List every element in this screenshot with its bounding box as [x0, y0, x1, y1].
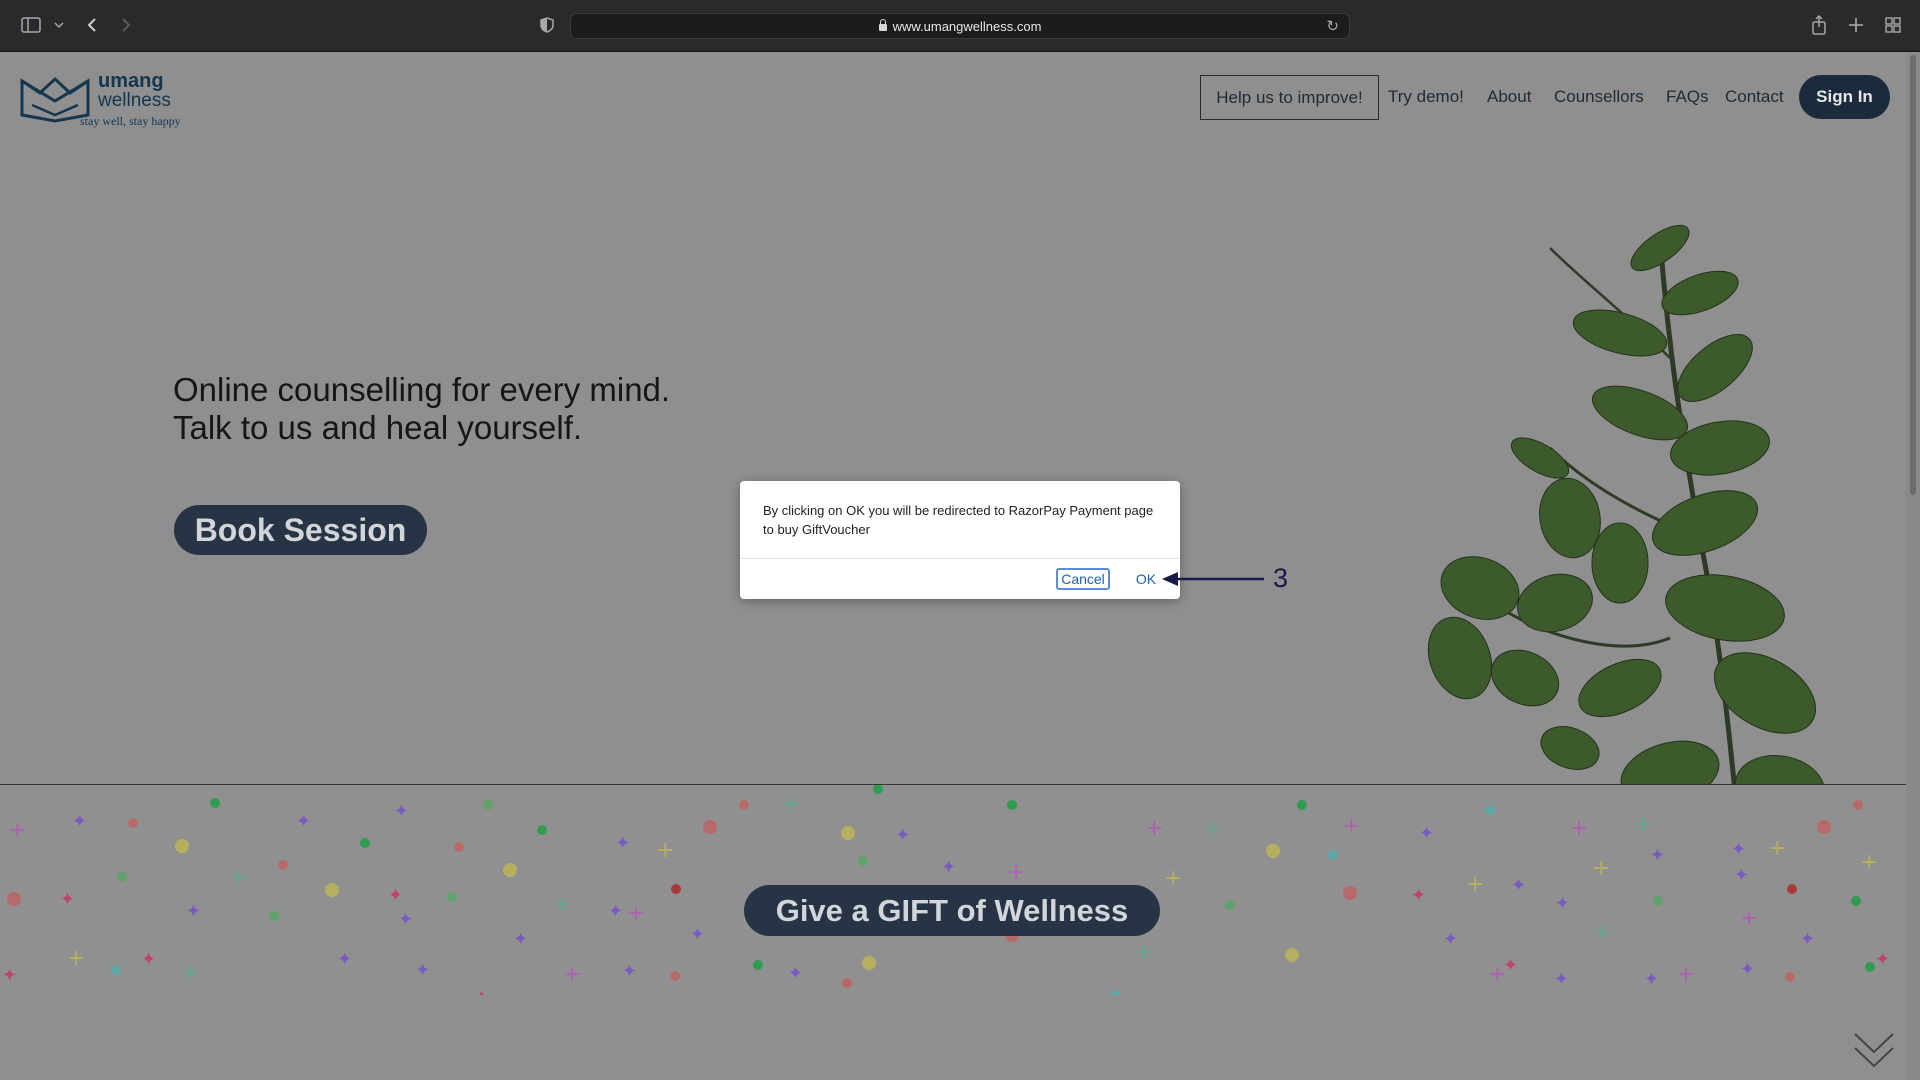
svg-text:✦: ✦: [615, 833, 630, 854]
svg-text:✦: ✦: [1419, 823, 1434, 844]
svg-text:✦: ✦: [474, 987, 489, 995]
hero-headline: Online counselling for every mind. Talk …: [173, 371, 670, 447]
svg-text:+: +: [1634, 812, 1652, 837]
svg-text:+: +: [1203, 816, 1221, 841]
svg-text:✦: ✦: [1734, 865, 1749, 886]
shield-icon[interactable]: [537, 12, 557, 38]
nav-counsellors[interactable]: Counsellors: [1554, 87, 1644, 107]
svg-text:✦: ✦: [1740, 959, 1755, 980]
scrollbar-thumb[interactable]: [1910, 55, 1916, 495]
svg-text:+: +: [1740, 906, 1758, 931]
svg-text:+: +: [1342, 814, 1360, 839]
svg-text:+: +: [627, 901, 645, 926]
svg-text:✦: ✦: [141, 949, 156, 970]
nav-about[interactable]: About: [1487, 87, 1531, 107]
svg-text:✦: ✦: [788, 963, 803, 984]
svg-text:✦: ✦: [1411, 885, 1426, 906]
svg-text:✦: ✦: [1644, 969, 1659, 990]
logo-brand-line2: wellness: [98, 90, 171, 111]
svg-text:✦: ✦: [622, 961, 637, 982]
lock-icon: [878, 18, 887, 31]
svg-text:✦: ✦: [60, 889, 75, 910]
nav-faqs[interactable]: FAQs: [1666, 87, 1709, 107]
svg-text:✦: ✦: [337, 949, 352, 970]
svg-text:✦: ✦: [394, 801, 409, 822]
svg-text:+: +: [563, 962, 581, 987]
browser-toolbar: www.umangwellness.com ↻: [0, 0, 1920, 52]
svg-text:+: +: [1145, 816, 1163, 841]
sidebar-icon[interactable]: [20, 12, 42, 38]
reload-icon[interactable]: ↻: [1326, 17, 1339, 35]
svg-text:✦: ✦: [186, 901, 201, 922]
scroll-down-icon[interactable]: [1852, 1028, 1896, 1072]
page-scrollbar[interactable]: [1906, 53, 1920, 1080]
tab-overview-icon[interactable]: [1882, 12, 1904, 38]
logo-brand-line1: umang: [98, 70, 164, 92]
hero-line-1: Online counselling for every mind.: [173, 371, 671, 408]
ok-button[interactable]: OK: [1132, 568, 1160, 590]
dialog-message: By clicking on OK you will be redirected…: [763, 503, 1154, 537]
svg-text:✦: ✦: [1503, 955, 1518, 976]
help-improve-button[interactable]: Help us to improve!: [1200, 75, 1379, 120]
svg-text:✦: ✦: [513, 929, 528, 950]
share-icon[interactable]: [1808, 12, 1830, 38]
svg-text:✦: ✦: [895, 825, 910, 846]
back-icon[interactable]: [82, 12, 102, 38]
svg-text:+: +: [1860, 850, 1878, 875]
new-tab-icon[interactable]: [1845, 12, 1867, 38]
svg-text:+: +: [182, 960, 200, 985]
cancel-button[interactable]: Cancel: [1056, 568, 1110, 590]
site-logo[interactable]: umang wellness stay well, stay happy: [20, 69, 190, 129]
svg-text:✦: ✦: [296, 811, 311, 832]
url-text: www.umangwellness.com: [892, 18, 1042, 34]
svg-text:+: +: [656, 838, 674, 863]
svg-text:+: +: [1007, 860, 1025, 885]
svg-text:✦: ✦: [1511, 875, 1526, 896]
svg-text:✦: ✦: [941, 857, 956, 878]
svg-text:+: +: [229, 866, 247, 891]
svg-text:+: +: [1570, 816, 1588, 841]
svg-text:✦: ✦: [1555, 893, 1570, 914]
nav-contact[interactable]: Contact: [1725, 87, 1784, 107]
annotation-number: 3: [1273, 563, 1289, 593]
svg-text:+: +: [1466, 872, 1484, 897]
svg-text:+: +: [1592, 920, 1610, 945]
logo-tagline: stay well, stay happy: [80, 114, 181, 128]
svg-text:+: +: [1164, 866, 1182, 891]
chevron-down-icon[interactable]: [52, 12, 66, 38]
svg-text:✦: ✦: [2, 965, 17, 986]
svg-text:✦: ✦: [1554, 969, 1569, 990]
svg-text:✦: ✦: [415, 960, 430, 981]
address-bar[interactable]: www.umangwellness.com ↻: [570, 13, 1350, 39]
gift-wellness-button[interactable]: Give a GIFT of Wellness: [744, 885, 1160, 936]
svg-text:+: +: [553, 892, 571, 917]
book-session-button[interactable]: Book Session: [174, 505, 427, 555]
svg-text:+: +: [8, 818, 26, 843]
svg-text:✦: ✦: [1731, 839, 1746, 860]
svg-text:+: +: [782, 792, 800, 817]
plant-illustration: [1427, 224, 1826, 843]
hero-line-2: Talk to us and heal yourself.: [173, 409, 583, 446]
svg-text:✦: ✦: [1875, 949, 1890, 970]
svg-text:+: +: [1768, 836, 1786, 861]
svg-text:✦: ✦: [690, 924, 705, 945]
svg-text:✦: ✦: [72, 811, 87, 832]
svg-text:+: +: [1677, 962, 1695, 987]
sign-in-button[interactable]: Sign In: [1799, 75, 1890, 119]
nav-try-demo[interactable]: Try demo!: [1388, 87, 1464, 107]
annotation-arrow-icon: [1162, 572, 1264, 586]
svg-text:✦: ✦: [1650, 845, 1665, 866]
svg-text:✦: ✦: [608, 901, 623, 922]
svg-text:+: +: [1592, 856, 1610, 881]
svg-text:+: +: [1135, 940, 1153, 965]
svg-text:✦: ✦: [1443, 929, 1458, 950]
forward-icon[interactable]: [116, 12, 136, 38]
svg-text:+: +: [67, 946, 85, 971]
svg-text:✦: ✦: [52, 991, 67, 995]
confirm-dialog: By clicking on OK you will be redirected…: [740, 481, 1180, 599]
dialog-divider: [740, 558, 1180, 559]
svg-text:✦: ✦: [1800, 929, 1815, 950]
svg-text:✦: ✦: [388, 885, 403, 906]
svg-text:✦: ✦: [398, 909, 413, 930]
